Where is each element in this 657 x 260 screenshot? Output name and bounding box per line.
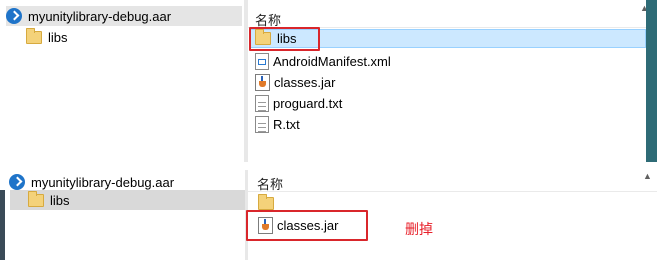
annotation-delete: 删掉 <box>405 221 433 237</box>
tree-item-label: myunitylibrary-debug.aar <box>28 8 172 24</box>
window-gap <box>0 162 657 170</box>
file-label: proguard.txt <box>273 96 343 111</box>
left-dark-strip <box>0 190 5 260</box>
red-highlight-box <box>246 210 368 241</box>
aar-icon <box>6 8 22 24</box>
tree-item-label: myunitylibrary-debug.aar <box>31 174 175 190</box>
bottom-tree-item-libs[interactable]: libs <box>10 190 245 210</box>
aar-icon <box>9 174 25 190</box>
text-file-icon <box>255 95 269 112</box>
header-divider <box>248 191 657 192</box>
jar-file-icon <box>255 74 270 91</box>
file-label: AndroidManifest.xml <box>273 54 391 69</box>
top-file-list: 名称 ▲ libs AndroidManifest.xml classes.ja… <box>248 0 657 162</box>
file-label: classes.jar <box>274 75 336 90</box>
folder-icon <box>258 194 274 210</box>
file-label: R.txt <box>273 117 300 132</box>
bottom-file-list: 名称 ▲ .. classes.jar 删掉 <box>246 170 657 260</box>
tree-item-label: libs <box>48 29 68 45</box>
top-tree-item-aar[interactable]: myunitylibrary-debug.aar <box>6 6 242 26</box>
top-tree-item-libs[interactable]: libs <box>26 27 226 47</box>
bottom-tree-item-aar[interactable]: myunitylibrary-debug.aar <box>9 172 239 192</box>
xml-file-icon <box>255 53 269 70</box>
tree-item-label: libs <box>50 192 70 208</box>
text-file-icon <box>255 116 269 133</box>
file-item-classes-jar[interactable]: classes.jar <box>255 73 555 92</box>
red-highlight-box <box>249 27 320 51</box>
top-navigation-pane: myunitylibrary-debug.aar libs <box>0 0 244 162</box>
file-item-r-txt[interactable]: R.txt <box>255 115 555 134</box>
folder-icon <box>26 27 42 44</box>
scroll-up-arrow[interactable]: ▲ <box>643 171 652 181</box>
bottom-navigation-pane: myunitylibrary-debug.aar libs <box>0 170 245 260</box>
folder-icon <box>28 190 44 207</box>
file-item-androidmanifest[interactable]: AndroidManifest.xml <box>255 52 555 71</box>
top-right-edge <box>646 0 657 162</box>
file-item-proguard[interactable]: proguard.txt <box>255 94 555 113</box>
